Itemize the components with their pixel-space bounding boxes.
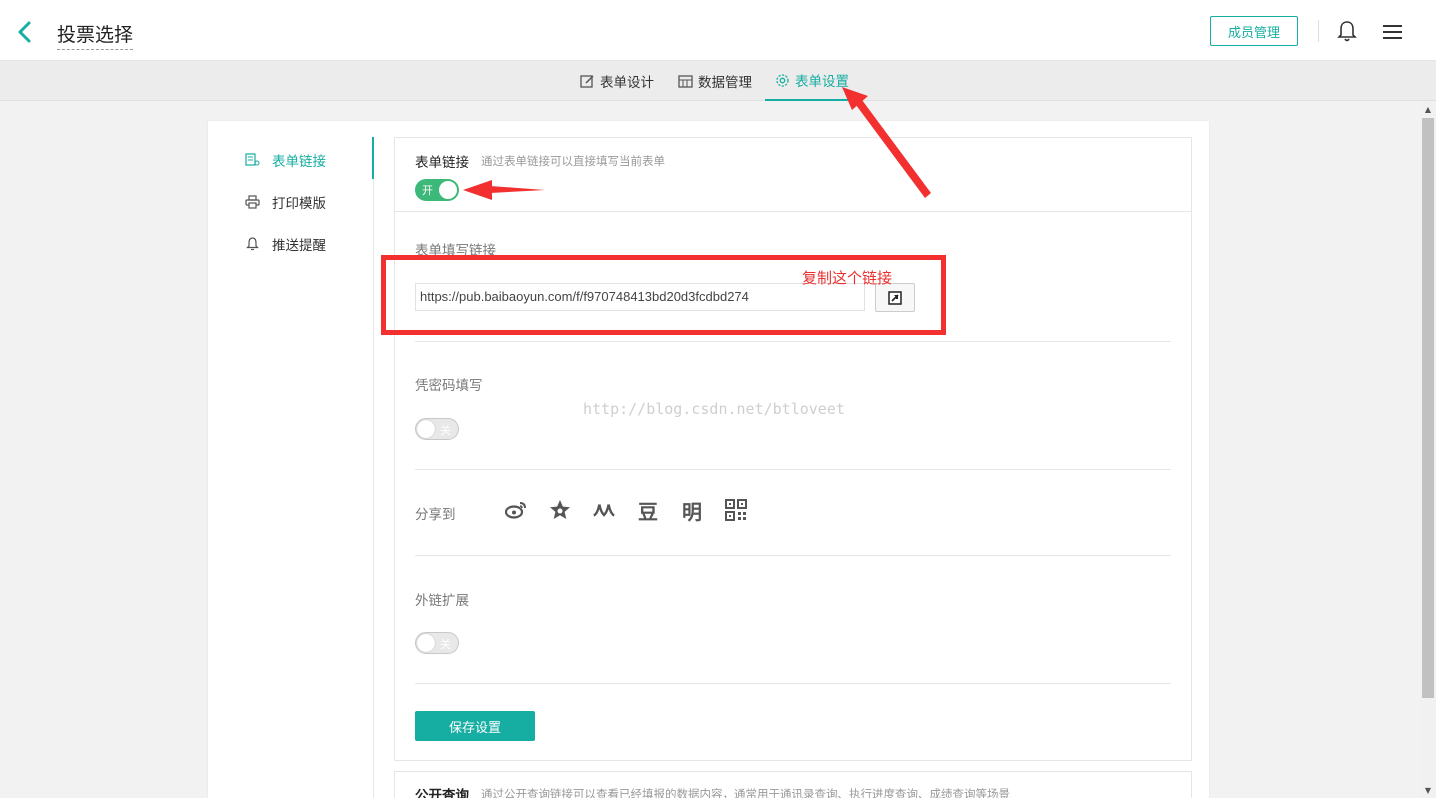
tab-label: 表单设计 xyxy=(600,75,654,91)
bell-icon xyxy=(246,237,259,251)
form-link-description: 通过表单链接可以直接填写当前表单 xyxy=(481,154,665,168)
table-icon xyxy=(678,74,693,88)
form-link-title: 表单链接 xyxy=(415,155,469,171)
toggle-knob xyxy=(417,634,435,652)
header-divider xyxy=(1318,20,1319,42)
toggle-knob xyxy=(439,181,457,199)
tab-form-settings[interactable]: 表单设置 xyxy=(765,61,859,101)
printer-icon xyxy=(245,195,260,209)
watermark-text: http://blog.csdn.net/btloveet xyxy=(583,400,845,418)
form-link-header: 表单链接 通过表单链接可以直接填写当前表单 开 xyxy=(395,138,1191,212)
tab-form-design[interactable]: 表单设计 xyxy=(580,61,654,101)
weibo-icon[interactable] xyxy=(504,498,528,522)
annotation-note: 复制这个链接 xyxy=(802,269,893,287)
main-content: 表单链接 打印模版 推送提醒 表单链接 通过表单链接可以直接填写当前表单 开 表… xyxy=(0,101,1420,798)
form-link-toggle[interactable]: 开 xyxy=(415,179,459,201)
tab-bar: 表单设计 数据管理 表单设置 xyxy=(0,61,1436,101)
page-title[interactable]: 投票选择 xyxy=(57,20,134,50)
vertical-scrollbar[interactable]: ▲ ▼ xyxy=(1420,101,1436,798)
bell-icon[interactable] xyxy=(1337,19,1357,43)
external-link-label: 外链扩展 xyxy=(415,593,469,609)
toggle-label: 关 xyxy=(440,638,451,651)
settings-sidebar: 表单链接 打印模版 推送提醒 xyxy=(208,137,374,798)
divider xyxy=(415,341,1171,342)
divider xyxy=(415,555,1171,556)
renren-icon[interactable] xyxy=(592,498,616,522)
share-label: 分享到 xyxy=(415,507,456,523)
chevron-left-icon[interactable] xyxy=(14,18,38,46)
sidebar-item-label: 表单链接 xyxy=(272,154,326,170)
divider xyxy=(415,683,1171,684)
hamburger-menu-icon[interactable] xyxy=(1383,24,1402,40)
toggle-knob xyxy=(417,420,435,438)
scroll-thumb[interactable] xyxy=(1422,118,1434,698)
sidebar-item-print-template[interactable]: 打印模版 xyxy=(245,192,326,212)
gear-icon xyxy=(776,73,789,87)
sidebar-item-label: 打印模版 xyxy=(272,196,326,212)
ming-icon[interactable]: 明 xyxy=(680,498,704,524)
tab-label: 表单设置 xyxy=(795,74,849,90)
link-doc-icon xyxy=(245,153,260,166)
divider xyxy=(415,469,1171,470)
sidebar-item-push-reminder[interactable]: 推送提醒 xyxy=(245,234,326,254)
sidebar-item-label: 推送提醒 xyxy=(272,238,326,254)
password-fill-label: 凭密码填写 xyxy=(415,378,483,394)
toggle-label: 关 xyxy=(440,424,451,437)
tab-data-management[interactable]: 数据管理 xyxy=(678,61,752,101)
scroll-down-arrow-icon[interactable]: ▼ xyxy=(1420,782,1436,798)
settings-card: 表单链接 打印模版 推送提醒 表单链接 通过表单链接可以直接填写当前表单 开 表… xyxy=(208,121,1209,798)
qrcode-icon[interactable] xyxy=(724,498,748,522)
toggle-label: 开 xyxy=(422,184,433,197)
public-query-description: 通过公开查询链接可以查看已经填报的数据内容，通常用于通讯录查询、执行进度查询、成… xyxy=(481,787,1010,798)
scroll-up-arrow-icon[interactable]: ▲ xyxy=(1420,101,1436,117)
top-header: 投票选择 成员管理 xyxy=(0,0,1436,61)
password-toggle[interactable]: 关 xyxy=(415,418,459,440)
public-query-panel: 公开查询 通过公开查询链接可以查看已经填报的数据内容，通常用于通讯录查询、执行进… xyxy=(394,771,1192,798)
tab-label: 数据管理 xyxy=(698,75,752,91)
star-icon[interactable] xyxy=(548,498,572,522)
douban-icon[interactable]: 豆 xyxy=(636,498,660,524)
form-link-panel: 表单链接 通过表单链接可以直接填写当前表单 开 表单填写链接 https://p… xyxy=(394,137,1192,761)
public-query-title: 公开查询 xyxy=(415,788,469,798)
active-indicator xyxy=(372,137,374,179)
external-link-toggle[interactable]: 关 xyxy=(415,632,459,654)
member-management-button[interactable]: 成员管理 xyxy=(1210,16,1298,46)
sidebar-item-form-link[interactable]: 表单链接 xyxy=(245,150,326,170)
edit-icon xyxy=(580,74,594,88)
save-settings-button[interactable]: 保存设置 xyxy=(415,711,535,741)
